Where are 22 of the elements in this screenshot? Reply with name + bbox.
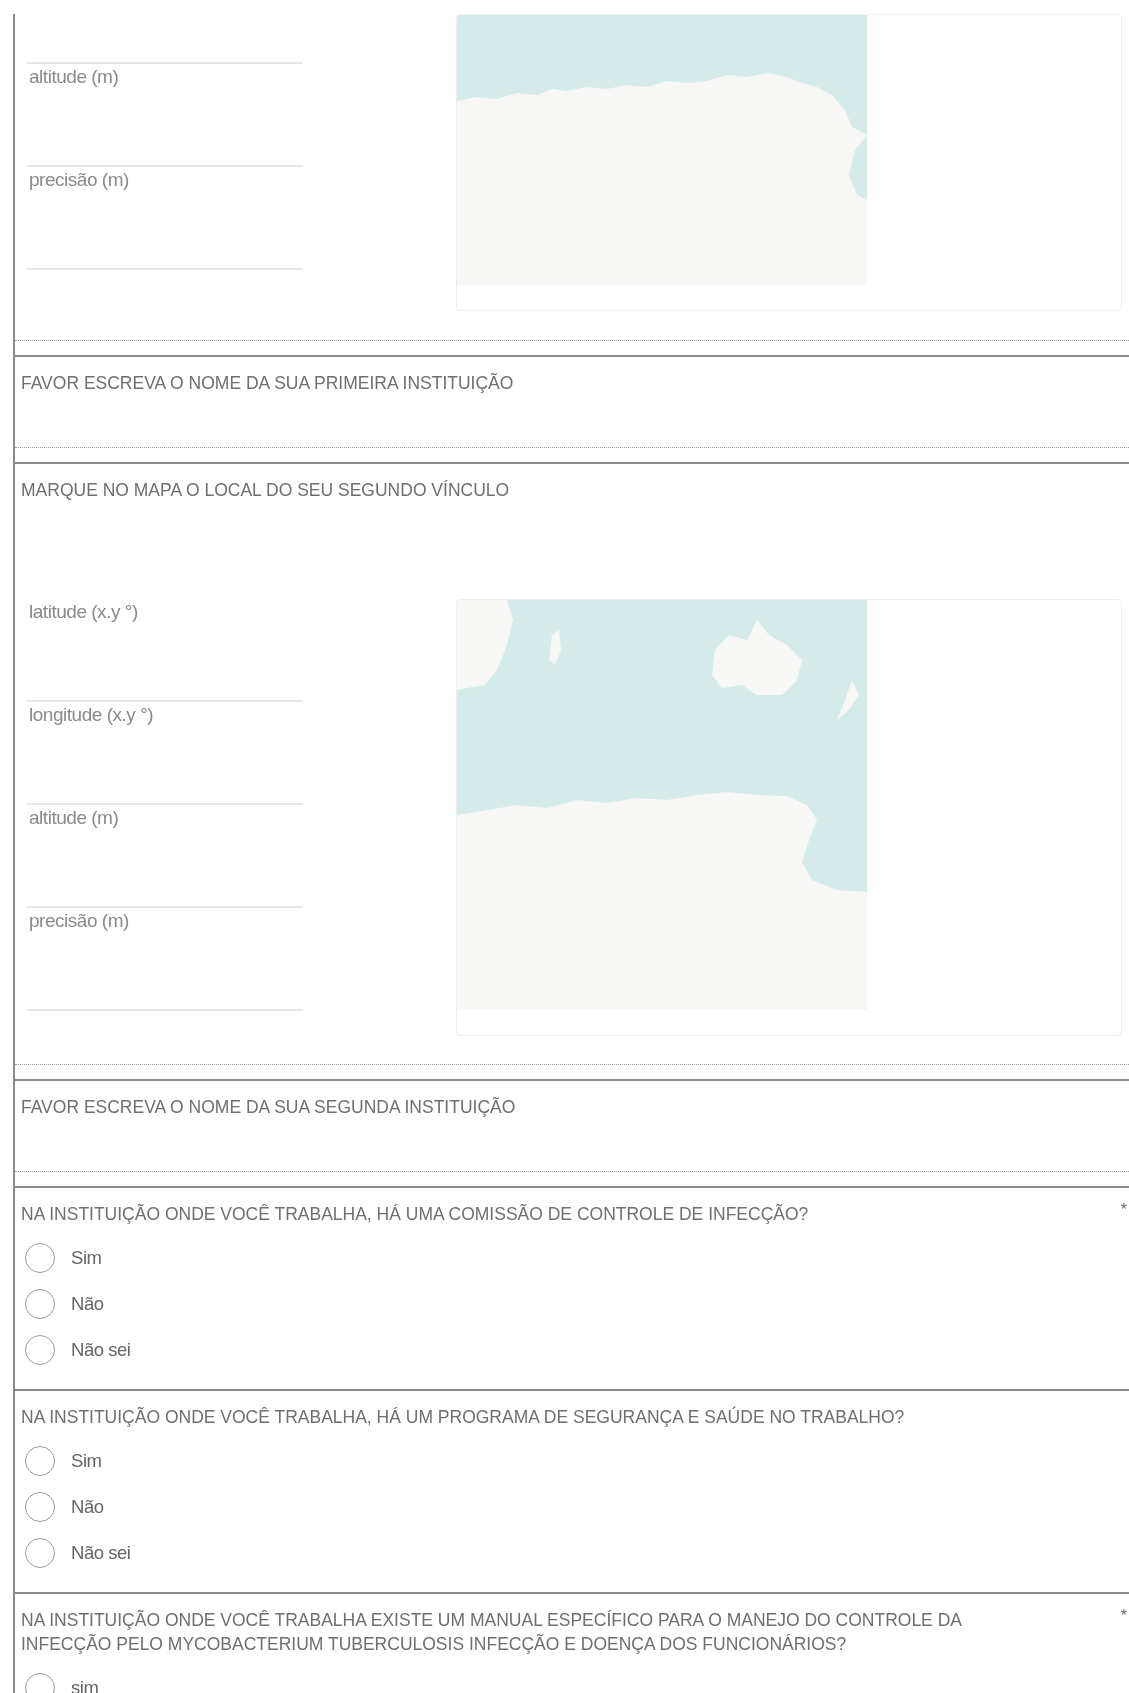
field-label: precisão (m) — [29, 168, 129, 192]
field-label: altitude (m) — [29, 806, 119, 830]
map-panel[interactable] — [456, 14, 1122, 311]
radio-option[interactable]: Não sei — [25, 1335, 1129, 1365]
field-label: latitude (x.y °) — [29, 600, 138, 624]
radio-option[interactable]: Não sei — [25, 1538, 1129, 1568]
field-label: altitude (m) — [29, 65, 119, 89]
radio-option[interactable]: Sim — [25, 1243, 1129, 1273]
radio-option[interactable]: Não — [25, 1492, 1129, 1522]
question-label: NA INSTITUIÇÃO ONDE VOCÊ TRABALHA, HÁ UMA COMISSÃO DE CONTROLE DE INFECÇÃO? — [21, 1203, 809, 1226]
question-label: FAVOR ESCREVA O NOME DA SUA SEGUNDA INSTITUIÇÃO — [21, 1096, 516, 1119]
question-label: FAVOR ESCREVA O NOME DA SUA PRIMEIRA INSTITUIÇÃO — [21, 372, 514, 395]
radio-option[interactable]: Sim — [25, 1446, 1129, 1476]
radio-option[interactable]: Não — [25, 1289, 1129, 1319]
field-label: longitude (x.y °) — [29, 703, 154, 727]
required-mark: * — [1120, 1606, 1127, 1626]
required-mark: * — [1120, 1200, 1127, 1220]
map-panel[interactable] — [456, 599, 1122, 1036]
field-label: precisão (m) — [29, 909, 129, 933]
question-label: NA INSTITUIÇÃO ONDE VOCÊ TRABALHA EXISTE UM MANUAL ESPECÍFICO PARA O MANEJO DO CONTROLE DA INFECÇÃO PELO MYCOBACTERIUM TUBERCULOSIS INFECÇÃO E DOENÇA DOS FUNCIONÁRIOS? — [21, 1609, 963, 1656]
question-label: MARQUE NO MAPA O LOCAL DO SEU SEGUNDO VÍNCULO — [21, 479, 510, 502]
question-label: NA INSTITUIÇÃO ONDE VOCÊ TRABALHA, HÁ UM PROGRAMA DE SEGURANÇA E SAÚDE NO TRABALHO? — [21, 1405, 905, 1429]
